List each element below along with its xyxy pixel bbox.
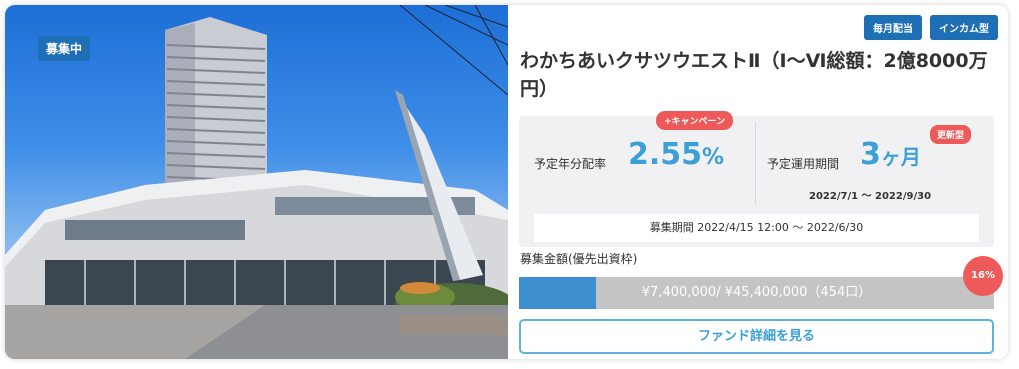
tag-monthly-dividend: 毎月配当 — [864, 15, 922, 40]
amount-label: 募集金額(優先出資枠) — [520, 252, 638, 266]
tag-list: 毎月配当 インカム型 — [864, 15, 998, 40]
term-value: 3ヶ月 — [860, 137, 921, 172]
status-badge: 募集中 — [38, 36, 91, 61]
campaign-badge: +キャンペーン — [656, 111, 734, 130]
fund-card[interactable]: 募集中 毎月配当 インカム型 わかちあいクサツウエストⅡ（Ⅰ～Ⅵ総額：2億800… — [5, 5, 1008, 359]
stats-panel: +キャンペーン 予定年分配率 2.55% 更新型 予定運用期間 3ヶ月 2022… — [519, 111, 994, 247]
term-label: 予定運用期間 — [767, 157, 840, 171]
yield-unit: % — [702, 145, 725, 170]
property-photo[interactable]: 募集中 — [5, 5, 508, 359]
stats-divider — [755, 122, 756, 204]
funding-progress-bar: ¥7,400,000/ ¥45,400,000（454口） — [519, 277, 994, 309]
yield-label: 予定年分配率 — [534, 157, 607, 171]
fund-detail-button[interactable]: ファンド詳細を見る — [519, 319, 994, 354]
progress-amount-text: ¥7,400,000/ ¥45,400,000（454口） — [641, 285, 872, 300]
update-type-badge: 更新型 — [930, 125, 972, 144]
fund-title[interactable]: わかちあいクサツウエストⅡ（Ⅰ～Ⅵ総額：2億8000万円） — [520, 47, 996, 103]
progress-percent-badge: 16% — [963, 256, 1003, 296]
fund-info: 毎月配当 インカム型 わかちあいクサツウエストⅡ（Ⅰ～Ⅵ総額：2億8000万円）… — [518, 5, 1003, 359]
term-range: 2022/7/1 ～ 2022/9/30 — [809, 191, 932, 202]
yield-value: 2.55% — [628, 137, 725, 172]
tag-income-type: インカム型 — [930, 15, 998, 40]
recruitment-period: 募集期間 2022/4/15 12:00 ～ 2022/6/30 — [534, 214, 979, 242]
term-unit: ヶ月 — [880, 145, 921, 169]
